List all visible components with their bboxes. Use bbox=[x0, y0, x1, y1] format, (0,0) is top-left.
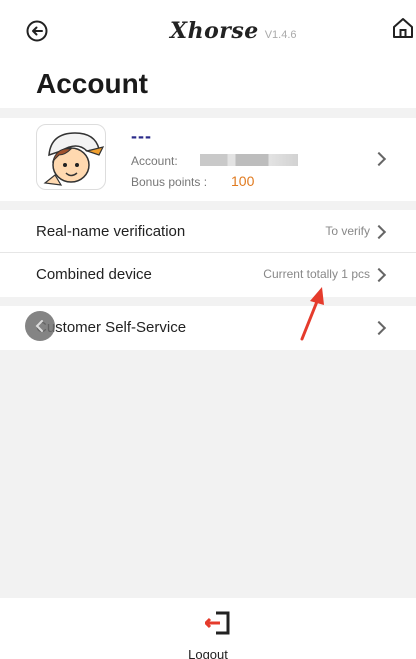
menu-item-value: Current totally 1 pcs bbox=[263, 267, 370, 281]
chevron-right-icon bbox=[371, 151, 387, 167]
logout-icon[interactable] bbox=[205, 609, 233, 637]
account-label: Account: bbox=[131, 154, 178, 168]
top-bar: Xhorse V1.4.6 bbox=[0, 0, 416, 60]
menu-item-value: To verify bbox=[325, 224, 370, 238]
menu-item-label: Combined device bbox=[36, 266, 152, 283]
chevron-right-icon bbox=[371, 224, 387, 240]
annotation-arrow-icon bbox=[300, 287, 324, 341]
brand-logo: Xhorse V1.4.6 bbox=[170, 18, 297, 48]
bonus-points-label: Bonus points : bbox=[131, 175, 208, 189]
menu-item-combined-device[interactable]: Combined device Current totally 1 pcs bbox=[0, 253, 416, 297]
title-area: Account bbox=[0, 60, 416, 108]
menu-item-label: Customer Self-Service bbox=[36, 319, 187, 336]
app-version: V1.4.6 bbox=[264, 29, 297, 41]
menu-item-customer-self-service[interactable]: Customer Self-Service bbox=[0, 306, 416, 350]
bonus-points-value: 100 bbox=[231, 173, 255, 189]
account-value-redacted bbox=[200, 154, 298, 166]
page-title: Account bbox=[36, 68, 148, 99]
floating-assist-button[interactable] bbox=[25, 311, 55, 341]
avatar[interactable] bbox=[36, 124, 106, 190]
avatar-cartoon-icon bbox=[43, 132, 105, 186]
back-circle-icon[interactable] bbox=[26, 20, 48, 42]
chevron-right-icon bbox=[371, 320, 387, 336]
profile-card[interactable]: --- Account: Bonus points : 100 bbox=[0, 118, 416, 201]
menu-item-label: Real-name verification bbox=[36, 223, 186, 240]
logout-label[interactable]: Logout bbox=[0, 647, 416, 659]
logo-text: Xhorse bbox=[170, 18, 259, 44]
chevron-left-icon bbox=[35, 320, 43, 332]
home-icon[interactable] bbox=[391, 16, 415, 40]
logout-bar: Logout bbox=[0, 598, 416, 659]
chevron-right-icon bbox=[371, 267, 387, 283]
nickname: --- bbox=[131, 126, 152, 146]
menu-item-realname-verification[interactable]: Real-name verification To verify bbox=[0, 210, 416, 254]
